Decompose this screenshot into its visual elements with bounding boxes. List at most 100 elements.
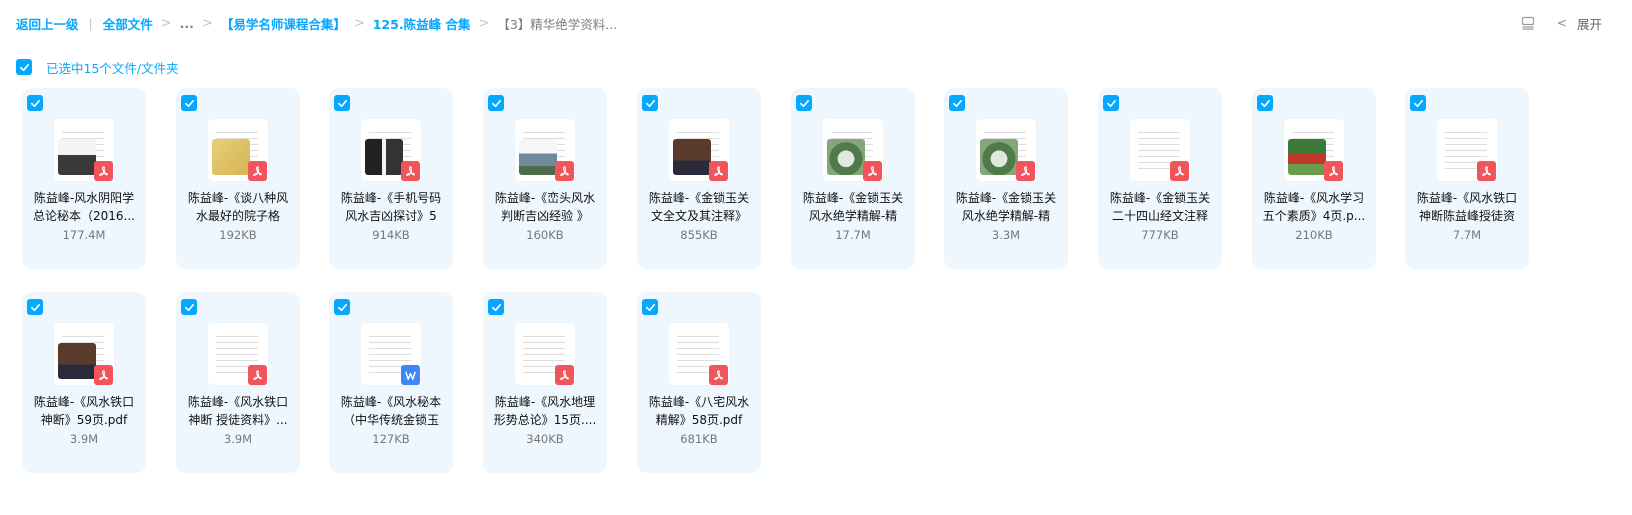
check-icon [337,99,347,107]
breadcrumb-separator-icon: > [478,15,490,31]
file-checkbox[interactable] [181,95,197,111]
file-checkbox[interactable] [1103,95,1119,111]
file-checkbox[interactable] [27,299,43,315]
pdf-badge-icon [248,161,267,181]
file-checkbox[interactable] [642,95,658,111]
file-tile[interactable]: 陈益峰-《金锁玉关二十四山经文注释 777KB [1098,88,1222,269]
file-size: 3.9M [69,432,99,446]
expand-button[interactable]: < 展开 [1557,14,1602,33]
check-icon [30,99,40,107]
check-icon [30,303,40,311]
file-name: 陈益峰-《风水铁口神断陈益峰授徒资 [1416,191,1518,223]
pdf-icon [1175,165,1184,176]
check-icon [491,99,501,107]
select-all-checkbox[interactable] [16,59,32,75]
breadcrumb-all-files[interactable]: 全部文件 [103,14,153,33]
thumbnail-image [519,139,557,175]
file-name: 陈益峰-《风水铁口神断 授徒资料》... [187,395,289,427]
pdf-badge-icon [1324,161,1343,181]
top-right-tools: < 展开 [1521,12,1602,34]
file-tile[interactable]: 陈益峰-《风水铁口神断》59页.pdf 3.9M [22,292,146,473]
back-link[interactable]: 返回上一级 [16,14,79,33]
pdf-icon [1021,165,1030,176]
doc-badge-icon [401,365,420,385]
file-checkbox[interactable] [642,299,658,315]
file-name: 陈益峰-《八宅风水精解》58页.pdf [648,395,750,427]
file-tile[interactable]: 陈益峰-《风水地理形势总论》15页.... 340KB [483,292,607,473]
check-icon [491,303,501,311]
file-tile[interactable]: 陈益峰-《八宅风水精解》58页.pdf 681KB [637,292,761,473]
file-tile[interactable]: 陈益峰-《金锁玉关风水绝学精解-精 3.3M [944,88,1068,269]
list-layout-icon[interactable] [1521,16,1535,30]
file-name: 陈益峰-《峦头风水判断吉凶经验 》 [494,191,596,223]
pdf-badge-icon [94,161,113,181]
file-checkbox[interactable] [949,95,965,111]
file-name: 陈益峰-《谈八种风水最好的院子格 [187,191,289,223]
breadcrumb-ellipsis[interactable]: ... [180,16,194,31]
check-icon [337,303,347,311]
pdf-icon [406,165,415,176]
pdf-badge-icon [1016,161,1035,181]
file-size: 340KB [526,432,564,446]
file-tile[interactable]: 陈益峰-《风水铁口神断 授徒资料》... 3.9M [176,292,300,473]
thumbnail-image [980,139,1018,175]
file-size: 914KB [372,228,410,242]
file-checkbox[interactable] [488,95,504,111]
file-tile[interactable]: 陈益峰-《风水铁口神断陈益峰授徒资 7.7M [1405,88,1529,269]
file-tile[interactable]: 陈益峰-《金锁玉关风水绝学精解-精 17.7M [791,88,915,269]
check-icon [799,99,809,107]
check-icon [19,63,29,71]
file-checkbox[interactable] [1410,95,1426,111]
file-tile[interactable]: 陈益峰-《风水秘本（中华传统金锁玉 127KB [329,292,453,473]
file-name: 陈益峰-《风水铁口神断》59页.pdf [33,395,135,427]
pdf-badge-icon [709,365,728,385]
file-checkbox[interactable] [1257,95,1273,111]
breadcrumb-folder-chen[interactable]: 125.陈益峰 合集 [373,14,471,33]
file-checkbox[interactable] [334,95,350,111]
pdf-icon [1482,165,1491,176]
file-tile[interactable]: 陈益峰-风水阴阳学总论秘本（2016... 177.4M [22,88,146,269]
pdf-badge-icon [248,365,267,385]
breadcrumb-separator-icon: > [160,15,172,31]
file-tile[interactable]: 陈益峰-《风水学习五个素质》4页.p... 210KB [1252,88,1376,269]
thumbnail-image [58,343,96,379]
file-checkbox[interactable] [488,299,504,315]
pdf-badge-icon [555,365,574,385]
pdf-badge-icon [401,161,420,181]
thumbnail-image [212,139,250,175]
pdf-icon [714,165,723,176]
file-checkbox[interactable] [796,95,812,111]
breadcrumb: 返回上一级 | 全部文件 > ... > 【易学名师课程合集】 > 125.陈益… [16,12,617,34]
file-size: 17.7M [835,228,871,242]
file-name: 陈益峰-《风水秘本（中华传统金锁玉 [340,395,442,427]
file-tile[interactable]: 陈益峰-《金锁玉关文全文及其注释》 855KB [637,88,761,269]
select-all-row: 已选中15个文件/文件夹 [16,58,179,76]
breadcrumb-separator-icon: > [201,15,213,31]
file-tile[interactable]: 陈益峰-《峦头风水判断吉凶经验 》 160KB [483,88,607,269]
file-size: 210KB [1295,228,1333,242]
check-icon [645,99,655,107]
pdf-icon [868,165,877,176]
check-icon [952,99,962,107]
pdf-icon [1329,165,1338,176]
file-tile[interactable]: 陈益峰-《手机号码风水吉凶探讨》5 914KB [329,88,453,269]
file-name: 陈益峰-《金锁玉关文全文及其注释》 [648,191,750,223]
file-size: 777KB [1141,228,1179,242]
pdf-icon [99,369,108,380]
file-tile[interactable]: 陈益峰-《谈八种风水最好的院子格 192KB [176,88,300,269]
file-size: 3.3M [991,228,1021,242]
file-size: 192KB [219,228,257,242]
file-checkbox[interactable] [181,299,197,315]
thumbnail-image [58,139,96,175]
thumbnail-image [827,139,865,175]
file-checkbox[interactable] [334,299,350,315]
pdf-icon [714,369,723,380]
selection-summary: 已选中15个文件/文件夹 [46,60,179,76]
pdf-badge-icon [709,161,728,181]
breadcrumb-folder-collection[interactable]: 【易学名师课程合集】 [221,14,346,33]
file-size: 3.9M [223,432,253,446]
file-checkbox[interactable] [27,95,43,111]
thumbnail-image [365,139,403,175]
pdf-badge-icon [94,365,113,385]
check-icon [1413,99,1423,107]
